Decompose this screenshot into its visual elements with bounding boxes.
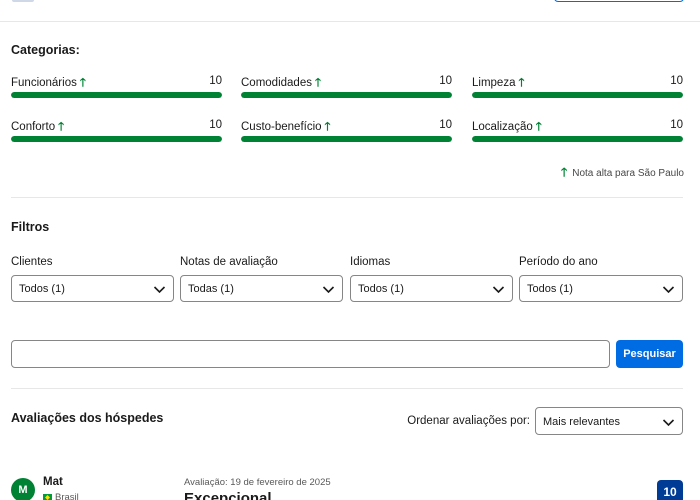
filter-value: Todas (1) <box>188 283 234 295</box>
sort-label: Ordenar avaliações por: <box>407 415 530 427</box>
category-bar <box>241 92 452 98</box>
top-action-button[interactable] <box>554 0 684 2</box>
high-score-note: 🡑 Nota alta para São Paulo <box>561 163 684 184</box>
high-score-note-text: Nota alta para São Paulo <box>572 168 684 179</box>
reviewer-name: Mat <box>43 476 63 488</box>
reviews-title: Avaliações dos hóspedes <box>11 411 164 425</box>
category-name: Limpeza <box>472 77 516 89</box>
category-limpeza: Limpeza 🡑 10 <box>472 73 683 103</box>
arrow-up-icon: 🡑 <box>561 165 568 179</box>
category-bar-fill <box>241 92 452 98</box>
filter-periodo: Período do ano Todos (1) <box>519 256 683 302</box>
filter-clientes-select[interactable]: Todos (1) <box>11 275 174 302</box>
search-button[interactable]: Pesquisar <box>616 340 683 368</box>
filter-periodo-select[interactable]: Todos (1) <box>519 275 683 302</box>
divider <box>11 388 683 389</box>
filter-idiomas: Idiomas Todos (1) <box>350 256 513 302</box>
arrow-up-icon: 🡑 <box>324 121 331 133</box>
filter-clientes: Clientes Todos (1) <box>11 256 174 302</box>
filters-title: Filtros <box>11 220 50 234</box>
review-title: Excepcional <box>184 490 272 500</box>
category-bar <box>472 136 683 142</box>
category-bar-fill <box>472 92 683 98</box>
filter-value: Todos (1) <box>358 283 404 295</box>
filter-label: Notas de avaliação <box>180 256 278 268</box>
category-score: 10 <box>439 119 452 131</box>
category-localizacao: Localização 🡑 10 <box>472 117 683 147</box>
sort-value: Mais relevantes <box>543 416 621 428</box>
category-bar-fill <box>11 136 222 142</box>
arrow-up-icon: 🡑 <box>58 121 65 133</box>
category-bar <box>472 92 683 98</box>
divider <box>11 197 683 198</box>
category-name: Funcionários <box>11 77 77 89</box>
category-bar-fill <box>472 136 683 142</box>
filter-idiomas-select[interactable]: Todos (1) <box>350 275 513 302</box>
filter-value: Todos (1) <box>527 283 573 295</box>
category-name: Conforto <box>11 121 56 133</box>
reviewer-country: Brasil <box>43 492 79 500</box>
top-strip <box>0 0 700 22</box>
review-score-badge: 10 <box>657 480 683 500</box>
category-name: Localização <box>472 121 533 133</box>
filter-notas: Notas de avaliação Todas (1) <box>180 256 343 302</box>
category-score: 10 <box>439 75 452 87</box>
brazil-flag-icon <box>43 493 52 500</box>
sort-select[interactable]: Mais relevantes <box>535 407 683 435</box>
filter-label: Idiomas <box>350 256 391 268</box>
category-bar <box>11 92 222 98</box>
review-date: Avaliação: 19 de fevereiro de 2025 <box>184 477 331 488</box>
category-bar <box>11 136 222 142</box>
filter-label: Clientes <box>11 256 53 268</box>
chevron-down-icon <box>662 419 675 427</box>
category-bar-fill <box>11 92 222 98</box>
categories-title: Categorias: <box>11 43 80 57</box>
country-name: Brasil <box>55 492 79 500</box>
logo-icon <box>12 0 34 2</box>
category-score: 10 <box>209 119 222 131</box>
arrow-up-icon: 🡑 <box>79 77 86 89</box>
category-conforto: Conforto 🡑 10 <box>11 117 222 147</box>
avatar: M <box>11 478 35 500</box>
chevron-down-icon <box>322 286 335 294</box>
arrow-up-icon: 🡑 <box>518 77 525 89</box>
category-bar-fill <box>241 136 452 142</box>
category-bar <box>241 136 452 142</box>
chevron-down-icon <box>153 286 166 294</box>
category-custo-beneficio: Custo-benefício 🡑 10 <box>241 117 452 147</box>
category-score: 10 <box>670 75 683 87</box>
category-score: 10 <box>209 75 222 87</box>
arrow-up-icon: 🡑 <box>535 121 542 133</box>
filter-value: Todos (1) <box>19 283 65 295</box>
chevron-down-icon <box>662 286 675 294</box>
filter-label: Período do ano <box>519 256 598 268</box>
category-name: Comodidades <box>241 77 312 89</box>
arrow-up-icon: 🡑 <box>314 77 321 89</box>
chevron-down-icon <box>492 286 505 294</box>
category-name: Custo-benefício <box>241 121 322 133</box>
category-funcionarios: Funcionários 🡑 10 <box>11 73 222 103</box>
category-score: 10 <box>670 119 683 131</box>
category-comodidades: Comodidades 🡑 10 <box>241 73 452 103</box>
search-input[interactable] <box>11 340 610 368</box>
filter-notas-select[interactable]: Todas (1) <box>180 275 343 302</box>
